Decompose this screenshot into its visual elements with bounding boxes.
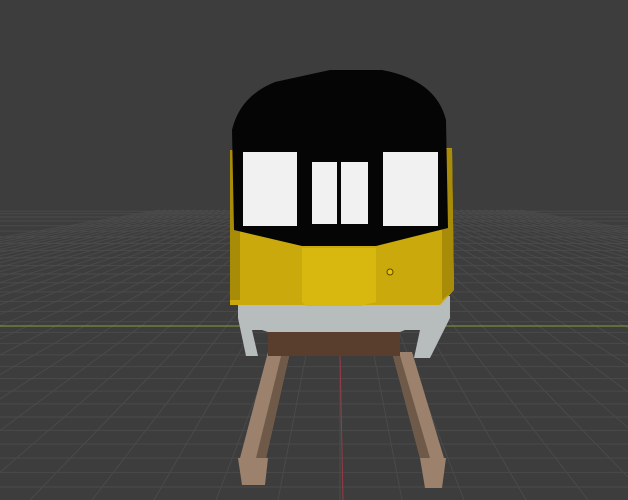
front-door-panel bbox=[302, 248, 376, 306]
3d-viewport[interactable] bbox=[0, 0, 628, 500]
right-rail-foot bbox=[420, 458, 446, 488]
right-windscreen bbox=[383, 152, 438, 226]
center-door-window-right bbox=[341, 162, 368, 224]
train-model[interactable] bbox=[230, 70, 454, 358]
bogie-block bbox=[268, 330, 400, 356]
viewport-canvas[interactable] bbox=[0, 0, 628, 500]
left-rail-foot bbox=[238, 458, 268, 485]
left-windscreen bbox=[243, 152, 297, 226]
head-lamp bbox=[386, 268, 394, 276]
center-door-window-left bbox=[312, 162, 337, 224]
